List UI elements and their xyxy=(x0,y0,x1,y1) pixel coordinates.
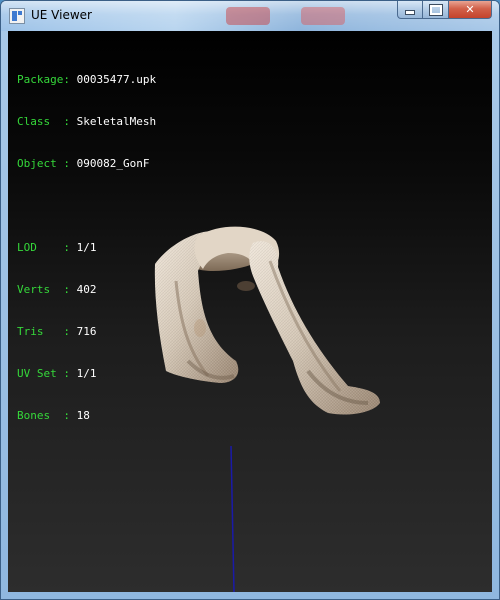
title-bar[interactable]: UE Viewer ✕ xyxy=(1,1,499,31)
axis-z-line xyxy=(230,445,235,592)
caption-buttons: ✕ xyxy=(397,1,492,20)
close-button[interactable]: ✕ xyxy=(449,1,492,19)
maximize-button[interactable] xyxy=(423,1,449,19)
close-icon: ✕ xyxy=(465,3,475,16)
minimize-button[interactable] xyxy=(397,1,423,19)
blue-axis xyxy=(230,445,235,592)
ue-viewer-app-icon[interactable] xyxy=(9,8,25,24)
maximize-icon xyxy=(428,3,443,16)
ue-viewer-window: UE Viewer ✕ Package: 00035477.upk Class … xyxy=(0,0,500,600)
3d-viewport[interactable]: Package: 00035477.upk Class : SkeletalMe… xyxy=(8,31,492,592)
background-blur xyxy=(226,7,270,25)
background-blur xyxy=(301,7,345,25)
window-title: UE Viewer xyxy=(31,8,92,22)
minimize-icon xyxy=(405,10,415,15)
